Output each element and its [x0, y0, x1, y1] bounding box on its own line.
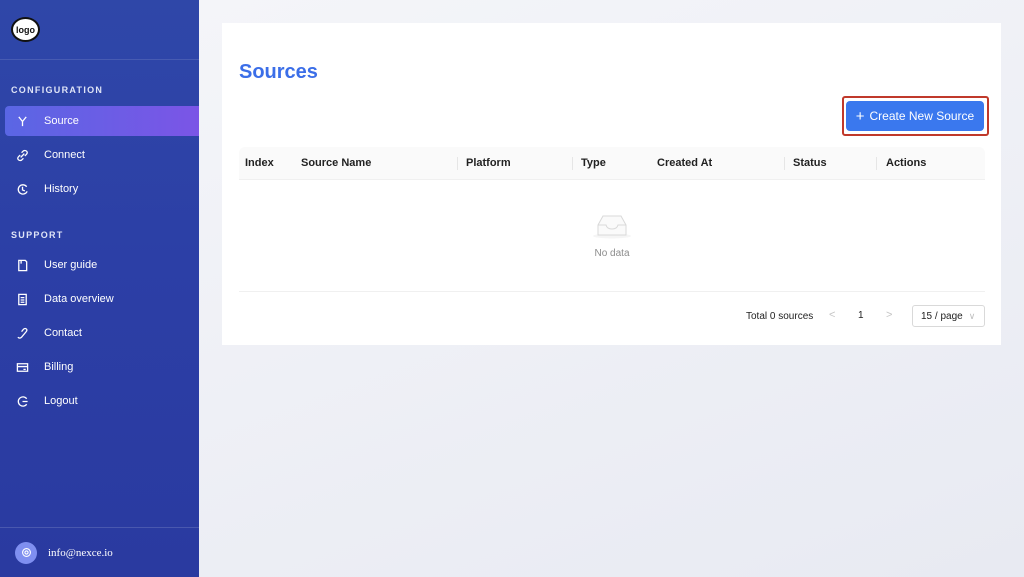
fork-icon: [14, 113, 30, 129]
page-size-select[interactable]: 15 / page ∨: [912, 305, 985, 327]
sidebar-item-label: Source: [44, 115, 79, 127]
pagination-prev-button[interactable]: <: [829, 309, 835, 321]
sidebar-item-label: User guide: [44, 259, 98, 271]
chevron-down-icon: ∨: [968, 310, 976, 321]
link-icon: [14, 147, 30, 163]
sidebar-item-label: Connect: [44, 149, 85, 161]
user-email: info@nexce.io: [48, 546, 113, 559]
column-header-created-at: Created At: [657, 157, 713, 169]
card-icon: [14, 359, 30, 375]
user-area[interactable]: info@nexce.io: [0, 527, 199, 577]
column-header-type: Type: [581, 157, 606, 169]
table-body: No data: [239, 180, 985, 292]
sidebar-item-label: Billing: [44, 361, 74, 373]
column-divider: [876, 157, 877, 170]
sidebar-item-billing[interactable]: Billing: [5, 352, 199, 382]
logo-area: logo: [0, 0, 199, 60]
gear-icon: [21, 548, 31, 557]
empty-text: No data: [594, 248, 630, 259]
document-icon: [14, 257, 30, 273]
sidebar-item-connect[interactable]: Connect: [5, 140, 199, 170]
column-header-platform: Platform: [466, 157, 511, 169]
column-divider: [572, 157, 573, 170]
column-header-source-name: Source Name: [301, 157, 372, 169]
plus-icon: +: [855, 107, 865, 125]
pagination-page-1[interactable]: 1: [858, 310, 864, 321]
logout-icon: [14, 393, 30, 409]
empty-inbox-icon: [593, 215, 631, 239]
sidebar-item-history[interactable]: History: [5, 174, 199, 204]
clock-icon: [14, 181, 30, 197]
support-section-title: SUPPORT: [11, 230, 64, 240]
table-header: Index Source Name Platform Type Created …: [239, 147, 985, 180]
sidebar-item-contact[interactable]: Contact: [5, 318, 199, 348]
configuration-section-title: CONFIGURATION: [11, 85, 104, 95]
column-divider: [457, 157, 458, 170]
phone-icon: [14, 325, 30, 341]
column-header-status: Status: [793, 157, 827, 169]
create-button-label: Create New Source: [869, 109, 975, 123]
sidebar: logo CONFIGURATION Source Connect Histor…: [0, 0, 199, 577]
list-icon: [14, 291, 30, 307]
sidebar-item-label: History: [44, 183, 79, 195]
sidebar-item-logout[interactable]: Logout: [5, 386, 199, 416]
pagination-total: Total 0 sources: [746, 311, 814, 322]
column-divider: [784, 157, 785, 170]
column-header-actions: Actions: [886, 157, 927, 169]
sidebar-item-user-guide[interactable]: User guide: [5, 250, 199, 280]
pagination-next-button[interactable]: >: [886, 309, 892, 321]
page-title: Sources: [239, 61, 318, 83]
column-header-index: Index: [245, 157, 274, 169]
sidebar-item-label: Logout: [44, 395, 78, 407]
logo[interactable]: logo: [11, 17, 40, 42]
create-new-source-button[interactable]: + Create New Source: [846, 101, 984, 131]
sidebar-item-source[interactable]: Source: [5, 106, 199, 136]
sidebar-item-data-overview[interactable]: Data overview: [5, 284, 199, 314]
avatar[interactable]: [15, 541, 37, 564]
sidebar-item-label: Data overview: [44, 293, 114, 305]
page-size-value: 15 / page: [921, 310, 963, 322]
sidebar-item-label: Contact: [44, 327, 82, 339]
